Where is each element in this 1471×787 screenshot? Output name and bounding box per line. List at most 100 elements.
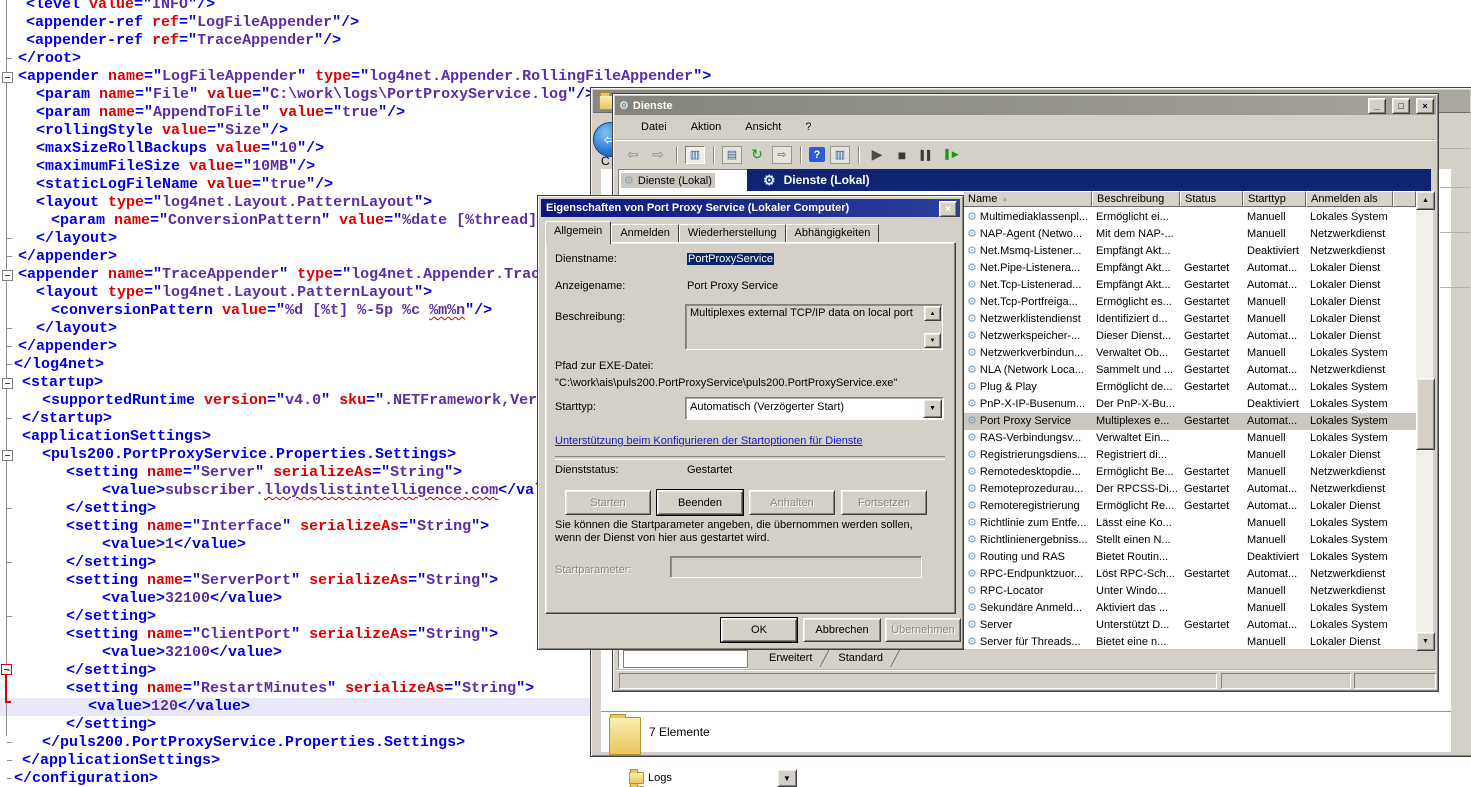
table-row[interactable]: ⚙ Net.Tcp-Portfreiga...Ermöglicht es...G…: [963, 294, 1416, 311]
cell: Löst RPC-Sch...: [1092, 566, 1180, 583]
fold-collapse-icon[interactable]: [2, 378, 13, 389]
minimize-button[interactable]: _: [1368, 98, 1386, 114]
start-type-select[interactable]: Automatisch (Verzögerter Start) ▼: [685, 397, 944, 420]
services-scrollbar[interactable]: ▲ ▼: [1416, 191, 1433, 649]
forward-icon[interactable]: ⇨: [648, 145, 668, 165]
close-button[interactable]: ×: [1416, 98, 1434, 114]
cell: Bietet Routin...: [1092, 549, 1180, 566]
tab-anmelden[interactable]: Anmelden: [611, 224, 679, 243]
table-row[interactable]: ⚙ RPC-LocatorUnter Windo...ManuellNetzwe…: [963, 583, 1416, 600]
table-row[interactable]: ⚙ Registrierungsdiens...Registriert di..…: [963, 447, 1416, 464]
services-titlebar[interactable]: ⚙ Dienste _ □ ×: [615, 96, 1436, 115]
service-gear-icon: ⚙: [967, 211, 977, 223]
dialog-close-button[interactable]: ×: [939, 201, 957, 217]
description-scroll-down[interactable]: ▼: [924, 333, 941, 348]
cell-name: ⚙ Remotedesktopdie...: [963, 464, 1092, 481]
table-row[interactable]: ⚙ Netzwerkspeicher-...Dieser Dienst...Ge…: [963, 328, 1416, 345]
scroll-thumb[interactable]: [1416, 378, 1435, 450]
table-row[interactable]: ⚙ Port Proxy ServiceMultiplexes e...Gest…: [963, 413, 1416, 430]
table-row[interactable]: ⚙ Routing und RASBietet Routin...Deaktiv…: [963, 549, 1416, 566]
cell: Gestartet: [1180, 311, 1243, 328]
table-row[interactable]: ⚙ NLA (Network Loca...Sammelt und ...Ges…: [963, 362, 1416, 379]
startup-options-help-link[interactable]: Unterstützung beim Konfigurieren der Sta…: [555, 435, 863, 447]
fold-collapse-icon[interactable]: [2, 72, 13, 83]
table-row[interactable]: ⚙ Remotedesktopdie...Ermöglicht Be...Ges…: [963, 464, 1416, 481]
view-tab-standard[interactable]: Standard: [822, 650, 899, 667]
table-row[interactable]: ⚙ PnP-X-IP-Busenum...Der PnP-X-Bu...Deak…: [963, 396, 1416, 413]
refresh-icon[interactable]: ↻: [747, 145, 767, 165]
table-row[interactable]: ⚙ Sekundäre Anmeld...Aktiviert das ...Ma…: [963, 600, 1416, 617]
table-row[interactable]: ⚙ RAS-Verbindungsv...Verwaltet Ein...Man…: [963, 430, 1416, 447]
table-row[interactable]: ⚙ Net.Msmq-Listener...Empfängt Akt...Dea…: [963, 243, 1416, 260]
tab-wiederherstellung[interactable]: Wiederherstellung: [679, 224, 786, 243]
chevron-down-icon: ▼: [929, 405, 936, 412]
menu-item-aktion[interactable]: Aktion: [691, 121, 722, 133]
table-row[interactable]: ⚙ Richtlinienergebniss...Stellt einen N.…: [963, 532, 1416, 549]
start-service-icon[interactable]: ▶: [867, 145, 887, 165]
column-header-starttyp[interactable]: Starttyp: [1243, 191, 1306, 207]
description-scroll-up[interactable]: ▲: [924, 306, 941, 321]
ok-button[interactable]: OK: [721, 618, 797, 642]
table-row[interactable]: ⚙ ServerUnterstützt D...GestartetAutomat…: [963, 617, 1416, 634]
show-hide-console-tree-icon[interactable]: ▥: [685, 146, 705, 164]
column-header-anmeldenals[interactable]: Anmelden als: [1306, 191, 1393, 207]
fold-collapse-icon[interactable]: [2, 450, 13, 461]
table-row[interactable]: ⚙ Net.Tcp-Listenerad...Empfängt Akt...Ge…: [963, 277, 1416, 294]
table-row[interactable]: ⚙ Plug & PlayErmöglicht de...GestartetAu…: [963, 379, 1416, 396]
column-header-status[interactable]: Status: [1180, 191, 1243, 207]
tab-allgemein[interactable]: Allgemein: [545, 221, 611, 244]
stop-service-icon[interactable]: ■: [892, 145, 912, 165]
table-row[interactable]: ⚙ Net.Pipe-Listenera...Empfängt Akt...Ge…: [963, 260, 1416, 277]
export-list-icon[interactable]: ⇨: [772, 146, 792, 164]
restart-service-icon[interactable]: ▌▶: [942, 145, 962, 165]
cell: Lokales System: [1306, 379, 1393, 396]
tab-abhngigkeiten[interactable]: Abhängigkeiten: [786, 224, 880, 243]
table-row[interactable]: ⚙ Multimediaklassenpl...Ermöglicht ei...…: [963, 209, 1416, 226]
services-table-rows: ⚙ Multimediaklassenpl...Ermöglicht ei...…: [963, 209, 1416, 649]
fold-tick: [7, 562, 12, 563]
view-tab-erweitert[interactable]: Erweitert: [753, 650, 828, 667]
column-header-beschreibung[interactable]: Beschreibung: [1092, 191, 1180, 207]
cell-name: ⚙ Net.Tcp-Listenerad...: [963, 277, 1092, 294]
description-field[interactable]: Multiplexes external TCP/IP data on loca…: [685, 304, 943, 350]
code-fold-margin[interactable]: [0, 0, 13, 787]
table-row[interactable]: ⚙ Remoteprozedurau...Der RPCSS-Di...Gest…: [963, 481, 1416, 498]
table-row[interactable]: ⚙ Richtlinie zum Entfe...Lässt eine Ko..…: [963, 515, 1416, 532]
exe-path-label: Pfad zur EXE-Datei:: [555, 360, 653, 372]
table-row[interactable]: ⚙ Netzwerkverbindun...Verwaltet Ob...Ges…: [963, 345, 1416, 362]
extended-view-icon[interactable]: ▥: [830, 146, 850, 164]
table-row[interactable]: ⚙ NAP-Agent (Netwo...Mit dem NAP-...Manu…: [963, 226, 1416, 243]
menu-item-datei[interactable]: Datei: [641, 121, 667, 133]
table-row[interactable]: ⚙ RPC-Endpunktzuor...Löst RPC-Sch...Gest…: [963, 566, 1416, 583]
cell: Der PnP-X-Bu...: [1092, 396, 1180, 413]
tree-item-dienste-lokal[interactable]: ⚙ Dienste (Lokal): [621, 173, 715, 188]
pause-service-icon[interactable]: ▌▌: [917, 145, 937, 165]
fold-collapse-icon[interactable]: [2, 270, 13, 281]
explorer-combo-dropdown-button[interactable]: ▼: [777, 769, 797, 787]
cell: Automat...: [1243, 413, 1306, 430]
fortsetzen-button[interactable]: Fortsetzen: [841, 490, 927, 515]
scroll-down-button[interactable]: ▼: [1416, 632, 1435, 651]
start-parameters-input[interactable]: [670, 556, 922, 578]
help-icon[interactable]: ?: [809, 147, 825, 162]
anhalten-button[interactable]: Anhalten: [749, 490, 835, 515]
menu-item-ansicht[interactable]: Ansicht: [745, 121, 781, 133]
properties-icon[interactable]: ▤: [722, 146, 742, 164]
menu-item-[interactable]: ?: [805, 121, 811, 133]
apply-button[interactable]: Übernehmen: [885, 618, 961, 642]
maximize-button[interactable]: □: [1392, 98, 1410, 114]
cell: [1180, 243, 1243, 260]
combo-dropdown-button[interactable]: ▼: [923, 399, 942, 418]
table-row[interactable]: ⚙ RemoteregistrierungErmöglicht Re...Ges…: [963, 498, 1416, 515]
scroll-up-button[interactable]: ▲: [1416, 191, 1435, 210]
table-row[interactable]: ⚙ Server für Threads...Bietet eine n...M…: [963, 634, 1416, 649]
screen: <level value="INFO"/><appender-ref ref="…: [0, 0, 1471, 787]
back-icon[interactable]: ⇦: [623, 145, 643, 165]
starten-button[interactable]: Starten: [565, 490, 651, 515]
cancel-button[interactable]: Abbrechen: [803, 618, 881, 642]
dialog-titlebar[interactable]: Eigenschaften von Port Proxy Service (Lo…: [541, 199, 960, 217]
column-header-name[interactable]: Name▲: [963, 191, 1092, 207]
cell: Automat...: [1243, 277, 1306, 294]
table-row[interactable]: ⚙ NetzwerklistendienstIdentifiziert d...…: [963, 311, 1416, 328]
beenden-button[interactable]: Beenden: [657, 490, 743, 515]
